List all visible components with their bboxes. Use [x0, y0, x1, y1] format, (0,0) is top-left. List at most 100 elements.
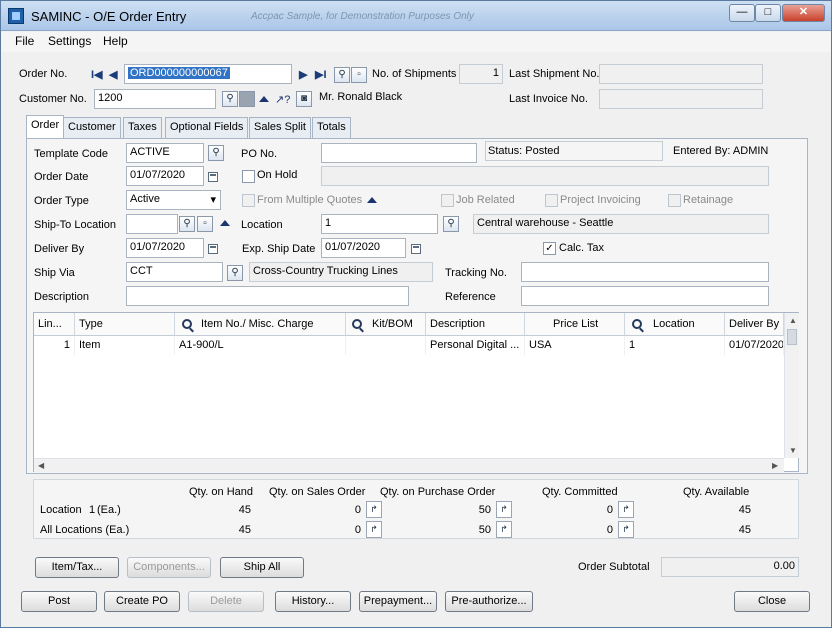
kit-finder-icon[interactable] [352, 319, 362, 329]
all-committed-drill-icon[interactable]: ↱ [618, 521, 634, 538]
tab-order[interactable]: Order [26, 115, 65, 139]
ship-all-button[interactable]: Ship All [220, 557, 304, 578]
from-multiple-quotes-checkbox[interactable] [242, 194, 255, 207]
exp-ship-date-calendar-icon[interactable] [411, 244, 421, 254]
customer-lookup-icon[interactable]: ◙ [296, 91, 312, 107]
order-date-field[interactable]: 01/07/2020 [126, 166, 204, 186]
order-date-calendar-icon[interactable] [208, 172, 218, 182]
customer-finder-icon[interactable]: ⚲ [222, 91, 238, 107]
project-invoicing-checkbox[interactable] [545, 194, 558, 207]
calc-tax-checkbox[interactable]: ✓ [543, 242, 556, 255]
create-po-button[interactable]: Create PO [104, 591, 180, 612]
preauthorize-button[interactable]: Pre-authorize... [445, 591, 533, 612]
maximize-button[interactable]: □ [755, 4, 781, 22]
col-description[interactable]: Description [426, 313, 525, 336]
deliver-by-calendar-icon[interactable] [208, 244, 218, 254]
order-subtotal-field: 0.00 [661, 557, 799, 577]
minimize-button[interactable]: — [729, 4, 755, 22]
ship-to-location-field[interactable] [126, 214, 178, 234]
ship-to-new-icon[interactable]: ▫ [197, 216, 213, 232]
ship-to-finder-icon[interactable]: ⚲ [179, 216, 195, 232]
description-field[interactable] [126, 286, 409, 306]
menu-settings[interactable]: Settings [48, 34, 91, 48]
location-field[interactable]: 1 [321, 214, 438, 234]
quotes-zoom-icon[interactable] [367, 197, 377, 203]
item-tax-button[interactable]: Item/Tax... [35, 557, 119, 578]
prepayment-button[interactable]: Prepayment... [359, 591, 437, 612]
all-purchase-order-drill-icon[interactable]: ↱ [496, 521, 512, 538]
job-related-checkbox[interactable] [441, 194, 454, 207]
grid-vertical-scrollbar[interactable]: ▲ ▼ [784, 313, 799, 458]
scroll-thumb[interactable] [787, 329, 797, 345]
menu-file[interactable]: File [15, 34, 34, 48]
components-button[interactable]: Components... [127, 557, 211, 578]
retainage-checkbox[interactable] [668, 194, 681, 207]
last-record-icon[interactable]: ▶I [315, 68, 327, 81]
col-deliver-by[interactable]: Deliver By [725, 313, 784, 336]
exp-ship-date-field[interactable]: 01/07/2020 [321, 238, 406, 258]
order-type-select[interactable]: Active ▾ [126, 190, 221, 210]
close-window-button[interactable]: ✕ [782, 4, 825, 22]
order-finder-icon[interactable]: ⚲ [334, 67, 350, 83]
customer-zoom-icon[interactable] [259, 96, 269, 102]
row-type[interactable]: Item [75, 336, 175, 355]
row-price-list[interactable]: USA [525, 336, 625, 355]
tab-customer[interactable]: Customer [63, 117, 121, 138]
tracking-no-field[interactable] [521, 262, 769, 282]
col-line[interactable]: Lin... [34, 313, 75, 336]
reference-field[interactable] [521, 286, 769, 306]
grid-horizontal-scrollbar[interactable]: ◀ ▶ [34, 458, 784, 472]
customer-new-icon[interactable] [239, 91, 255, 107]
item-finder-icon[interactable] [182, 319, 192, 329]
deliver-by-field[interactable]: 01/07/2020 [126, 238, 204, 258]
location-finder-icon-grid[interactable] [632, 319, 642, 329]
location-description: Central warehouse - Seattle [473, 214, 769, 234]
template-finder-icon[interactable]: ⚲ [208, 145, 224, 161]
ship-to-zoom-icon[interactable] [220, 220, 230, 226]
loc-committed-drill-icon[interactable]: ↱ [618, 501, 634, 518]
menu-help[interactable]: Help [103, 34, 128, 48]
all-sales-order-drill-icon[interactable]: ↱ [366, 521, 382, 538]
ship-via-finder-icon[interactable]: ⚲ [227, 265, 243, 281]
row-deliver-by[interactable]: 01/07/2020 [725, 336, 784, 355]
detail-lines-grid[interactable]: Lin... Type Item No./ Misc. Charge Kit/B… [33, 312, 799, 472]
tab-taxes[interactable]: Taxes [123, 117, 162, 138]
scroll-down-icon[interactable]: ▼ [789, 446, 797, 455]
new-order-icon[interactable]: ▫ [351, 67, 367, 83]
row-location[interactable]: 1 [625, 336, 725, 355]
tab-optional-fields[interactable]: Optional Fields [165, 117, 249, 138]
customer-no-field[interactable]: 1200 [94, 89, 216, 109]
col-item-no[interactable]: Item No./ Misc. Charge [175, 313, 346, 336]
exp-ship-date-label: Exp. Ship Date [242, 243, 316, 255]
reference-label: Reference [445, 291, 496, 303]
row-item-no[interactable]: A1-900/L [175, 336, 346, 355]
loc-sales-order-drill-icon[interactable]: ↱ [366, 501, 382, 518]
close-button[interactable]: Close [734, 591, 810, 612]
prev-record-icon[interactable]: ◀ [109, 68, 117, 81]
scroll-up-icon[interactable]: ▲ [789, 316, 797, 325]
ship-via-field[interactable]: CCT [126, 262, 223, 282]
history-button[interactable]: History... [275, 591, 351, 612]
po-no-field[interactable] [321, 143, 477, 163]
first-record-icon[interactable]: I◀ [91, 68, 103, 81]
on-hold-checkbox[interactable] [242, 170, 255, 183]
customer-help-icon[interactable]: ↗? [275, 93, 290, 106]
order-no-field[interactable]: ORD000000000067 [124, 64, 292, 84]
template-code-field[interactable]: ACTIVE [126, 143, 204, 163]
ship-via-description: Cross-Country Trucking Lines [249, 262, 433, 282]
row-description[interactable]: Personal Digital ... [426, 336, 525, 355]
loc-purchase-order-drill-icon[interactable]: ↱ [496, 501, 512, 518]
post-button[interactable]: Post [21, 591, 97, 612]
col-type[interactable]: Type [75, 313, 175, 336]
loc-qty-on-purchase-order: 50 [478, 504, 491, 516]
scroll-right-icon[interactable]: ▶ [772, 461, 778, 470]
next-record-icon[interactable]: ▶ [299, 68, 307, 81]
row-kit[interactable] [346, 336, 426, 355]
tab-sales-split[interactable]: Sales Split [249, 117, 311, 138]
col-price-list[interactable]: Price List [525, 313, 625, 336]
location-finder-icon[interactable]: ⚲ [443, 216, 459, 232]
delete-button[interactable]: Delete [188, 591, 264, 612]
tab-totals[interactable]: Totals [312, 117, 351, 138]
row-line[interactable]: 1 [34, 336, 75, 355]
scroll-left-icon[interactable]: ◀ [38, 461, 44, 470]
